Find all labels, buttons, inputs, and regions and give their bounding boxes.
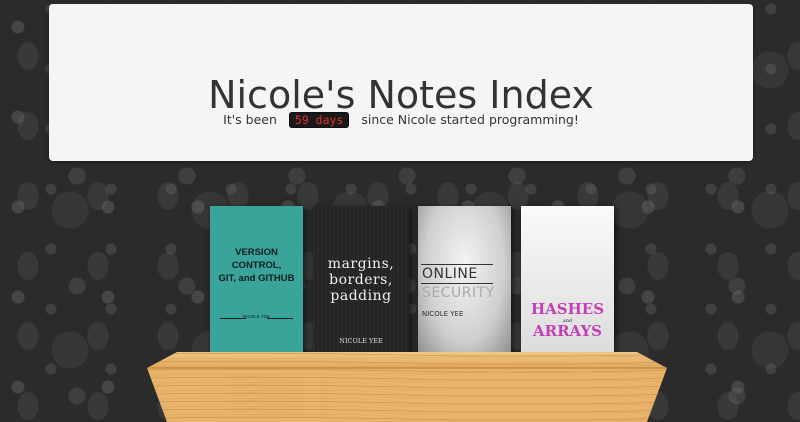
programming-days-text: It's been 59 days since Nicole started p… — [49, 112, 753, 128]
book-title-line-2: ARRAYS — [532, 322, 602, 340]
book-rule-top — [421, 264, 493, 265]
header-panel: Nicole's Notes Index It's been 59 days s… — [49, 4, 753, 161]
book-hashes-and-arrays[interactable]: HASHES and ARRAYS — [521, 206, 614, 354]
book-title-line-1: ONLINE — [422, 266, 478, 282]
book-title-line-2: SECURITY — [422, 285, 495, 301]
book-author: NICOLE YEE — [422, 310, 464, 318]
book-rule-right — [267, 318, 293, 319]
book-author: NICOLE YEE — [339, 337, 383, 345]
book-title: VERSION CONTROL, GIT, and GITHUB — [218, 247, 295, 284]
book-version-control[interactable]: VERSION CONTROL, GIT, and GITHUB NICOLE … — [210, 206, 303, 354]
page-title: Nicole's Notes Index — [208, 73, 594, 118]
book-online-security[interactable]: ONLINE SECURITY NICOLE YEE — [418, 206, 511, 354]
book-title: margins, borders, padding — [327, 256, 395, 304]
subtitle-prefix: It's been — [223, 112, 277, 127]
wooden-shelf — [147, 352, 667, 422]
book-margins-borders-padding[interactable]: margins, borders, padding NICOLE YEE — [313, 206, 409, 354]
book-title-line-1: HASHES — [530, 300, 605, 318]
book-rule-middle — [421, 283, 493, 284]
days-counter-badge: 59 days — [288, 112, 350, 128]
subtitle-suffix: since Nicole started programming! — [361, 112, 579, 127]
